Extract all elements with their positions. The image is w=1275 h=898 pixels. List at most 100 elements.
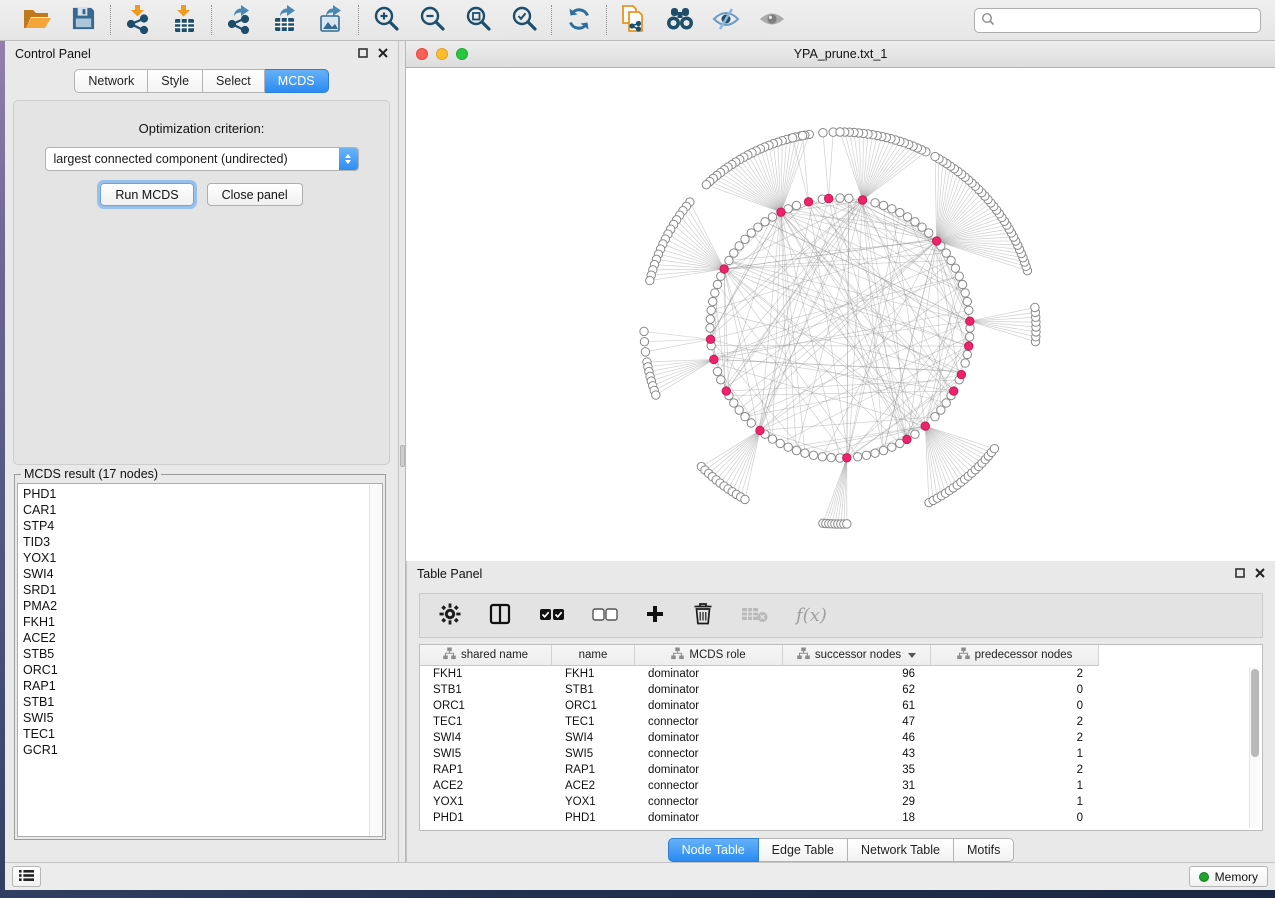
graph-node[interactable] <box>925 229 933 237</box>
export-table-button[interactable] <box>267 4 303 36</box>
graph-node[interactable] <box>911 430 919 438</box>
graph-dominator-node[interactable] <box>858 196 866 204</box>
cell[interactable]: STB1 <box>420 684 552 696</box>
close-panel-button[interactable]: Close panel <box>207 183 303 206</box>
graph-dominator-node[interactable] <box>710 355 718 363</box>
graph-node[interactable] <box>641 348 649 356</box>
zoom-in-button[interactable] <box>368 4 404 36</box>
vertical-splitter[interactable] <box>399 41 406 862</box>
add-column-button[interactable] <box>645 604 665 627</box>
tab-edge-table[interactable]: Edge Table <box>759 838 848 862</box>
zoom-selected-button[interactable] <box>506 4 542 36</box>
memory-button[interactable]: Memory <box>1189 866 1268 887</box>
mcds-result-item[interactable]: ACE2 <box>23 630 382 646</box>
graph-node[interactable] <box>717 376 725 384</box>
graph-node[interactable] <box>958 280 966 288</box>
graph-node[interactable] <box>963 297 971 305</box>
graph-node[interactable] <box>903 213 911 221</box>
graph-dominator-node[interactable] <box>966 317 974 325</box>
mcds-result-item[interactable]: SWI5 <box>23 710 382 726</box>
graph-dominator-node[interactable] <box>921 422 929 430</box>
column-header-successor-nodes[interactable]: successor nodes <box>783 645 931 666</box>
show-details-button[interactable] <box>754 4 790 36</box>
cell[interactable]: 35 <box>783 764 931 776</box>
optimization-criterion-select[interactable]: largest connected component (undirected) <box>45 147 359 171</box>
graph-node[interactable] <box>955 272 963 280</box>
tab-motifs[interactable]: Motifs <box>954 838 1014 862</box>
graph-node[interactable] <box>646 276 654 284</box>
close-panel-icon[interactable] <box>1255 567 1265 581</box>
cell[interactable]: SWI4 <box>420 732 552 744</box>
cell[interactable]: 1 <box>931 796 1099 808</box>
close-panel-icon[interactable] <box>378 47 388 61</box>
cell[interactable]: dominator <box>635 700 783 712</box>
cell[interactable]: ORC1 <box>420 700 552 712</box>
table-row[interactable]: ORC1ORC1dominator610 <box>420 698 1248 714</box>
cell[interactable]: SWI5 <box>552 748 635 760</box>
mcds-result-item[interactable]: GCR1 <box>23 742 382 758</box>
open-session-button[interactable] <box>19 4 55 36</box>
cell[interactable]: 0 <box>931 684 1099 696</box>
graph-node[interactable] <box>818 453 826 461</box>
mcds-result-item[interactable]: CAR1 <box>23 502 382 518</box>
graph-node[interactable] <box>652 391 660 399</box>
graph-node[interactable] <box>747 229 755 237</box>
graph-node[interactable] <box>947 256 955 264</box>
graph-dominator-node[interactable] <box>965 342 973 350</box>
cell[interactable]: FKH1 <box>552 668 635 680</box>
mcds-result-item[interactable]: PHD1 <box>23 486 382 502</box>
mcds-result-item[interactable]: PMA2 <box>23 598 382 614</box>
graph-dominator-node[interactable] <box>720 265 728 273</box>
search-network-button[interactable] <box>662 4 698 36</box>
import-table-button[interactable] <box>166 4 202 36</box>
cell[interactable]: YOX1 <box>420 796 552 808</box>
graph-dominator-node[interactable] <box>804 198 812 206</box>
cell[interactable]: 2 <box>931 764 1099 776</box>
graph-node[interactable] <box>741 235 749 243</box>
graph-node[interactable] <box>792 446 800 454</box>
mcds-result-item[interactable]: YOX1 <box>23 550 382 566</box>
cell[interactable]: dominator <box>635 668 783 680</box>
cell[interactable]: PHD1 <box>552 812 635 824</box>
cell[interactable]: PHD1 <box>420 812 552 824</box>
column-header-predecessor-nodes[interactable]: predecessor nodes <box>931 645 1099 666</box>
cell[interactable]: 0 <box>931 812 1099 824</box>
graph-node[interactable] <box>725 256 733 264</box>
graph-node[interactable] <box>931 152 939 160</box>
mcds-result-item[interactable]: STB1 <box>23 694 382 710</box>
graph-node[interactable] <box>713 367 721 375</box>
mcds-result-list[interactable]: PHD1CAR1STP4TID3YOX1SWI4SRD1PMA2FKH1ACE2… <box>17 483 383 837</box>
tab-mcds[interactable]: MCDS <box>265 69 329 93</box>
cell[interactable]: 61 <box>783 700 931 712</box>
column-header-MCDS-role[interactable]: MCDS role <box>635 645 783 666</box>
column-header-shared-name[interactable]: shared name <box>420 645 552 666</box>
cell[interactable]: 2 <box>931 732 1099 744</box>
cell[interactable]: 47 <box>783 716 931 728</box>
run-mcds-button[interactable]: Run MCDS <box>100 183 193 206</box>
cell[interactable]: FKH1 <box>420 668 552 680</box>
graph-node[interactable] <box>768 435 776 443</box>
graph-node[interactable] <box>862 451 870 459</box>
cell[interactable]: RAP1 <box>552 764 635 776</box>
table-settings-button[interactable] <box>439 603 461 628</box>
mcds-result-item[interactable]: ORC1 <box>23 662 382 678</box>
graph-node[interactable] <box>819 129 827 137</box>
graph-node[interactable] <box>730 399 738 407</box>
table-row[interactable]: SWI5SWI5connector431 <box>420 746 1248 762</box>
graph-node[interactable] <box>879 446 887 454</box>
deselect-all-button[interactable] <box>592 607 618 624</box>
delete-column-button[interactable] <box>692 602 714 629</box>
cell[interactable]: ACE2 <box>420 780 552 792</box>
hide-details-button[interactable] <box>708 4 744 36</box>
graph-node[interactable] <box>942 249 950 257</box>
cell[interactable]: ORC1 <box>552 700 635 712</box>
window-maximize-button[interactable] <box>456 48 468 60</box>
task-history-button[interactable] <box>12 866 41 887</box>
tab-style[interactable]: Style <box>148 69 203 93</box>
graph-node[interactable] <box>931 413 939 421</box>
graph-dominator-node[interactable] <box>950 387 958 395</box>
cell[interactable]: dominator <box>635 732 783 744</box>
cell[interactable]: dominator <box>635 684 783 696</box>
graph-node[interactable] <box>871 449 879 457</box>
cell[interactable]: connector <box>635 780 783 792</box>
